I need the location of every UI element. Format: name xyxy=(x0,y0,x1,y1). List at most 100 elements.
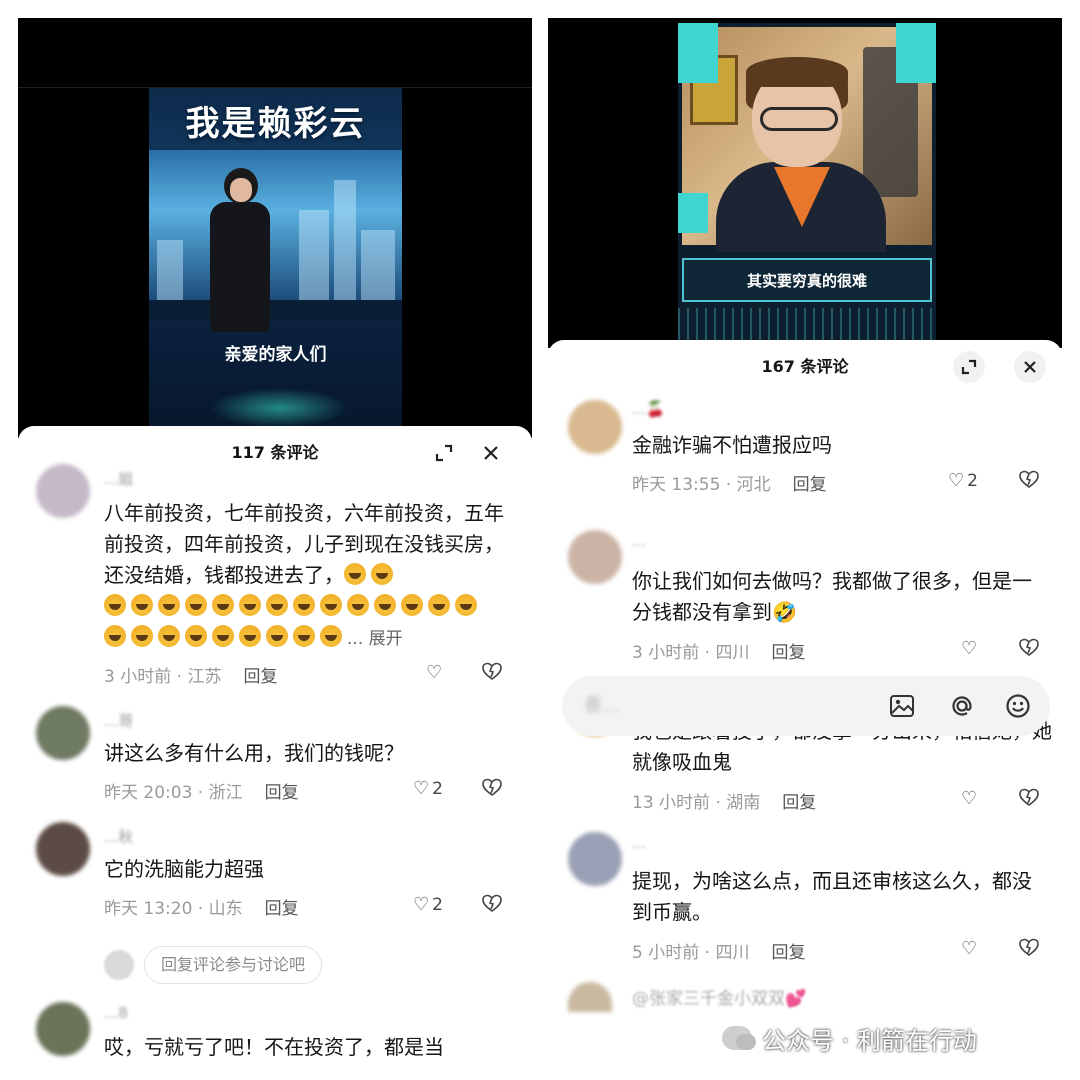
comment-text: 提现，为啥这么点，而且还审核这么久，都没到币赢。 xyxy=(632,869,1032,924)
wechat-logo-icon xyxy=(722,1026,756,1050)
close-icon[interactable] xyxy=(475,437,507,469)
dislike-icon[interactable] xyxy=(1019,788,1039,813)
crying-emoji xyxy=(320,594,342,616)
avatar[interactable] xyxy=(36,822,90,876)
comment-time: 昨天 20:03 xyxy=(104,783,193,803)
reply-button[interactable]: 回复 xyxy=(771,943,805,963)
video-top-bar xyxy=(18,18,532,88)
reply-prompt-button[interactable]: 回复评论参与讨论吧 xyxy=(144,946,323,984)
dislike-icon[interactable] xyxy=(482,662,502,687)
caption-box: 其实要穷真的很难 xyxy=(682,258,932,302)
avatar[interactable] xyxy=(568,400,622,454)
like-count: 2 xyxy=(967,471,978,491)
crying-emoji xyxy=(212,594,234,616)
emoji-icon[interactable] xyxy=(1002,690,1034,722)
crying-emoji xyxy=(401,594,423,616)
comment-input-bar[interactable]: 善... xyxy=(562,676,1050,736)
avatar[interactable] xyxy=(36,706,90,760)
comment-username[interactable]: ... xyxy=(632,532,646,550)
crying-emoji xyxy=(266,594,288,616)
comment-text: 它的洗脑能力超强 xyxy=(104,857,264,881)
crying-emoji xyxy=(185,625,207,647)
comment-location: 湖南 xyxy=(726,793,761,813)
video-title: 我是赖彩云 xyxy=(185,104,366,144)
comment-time: 3 小时前 xyxy=(632,643,700,663)
like-icon[interactable]: ♡ 2 xyxy=(413,894,443,915)
crying-emoji xyxy=(371,563,393,585)
comment-username[interactable]: ...8 xyxy=(104,1004,128,1022)
dislike-icon[interactable] xyxy=(1019,638,1039,663)
reply-button[interactable]: 回复 xyxy=(771,643,805,663)
comment-time: 昨天 13:55 xyxy=(632,475,721,495)
comment-username[interactable]: @张家三千金小双双💕 xyxy=(632,984,806,1009)
crying-emoji xyxy=(428,594,450,616)
like-icon[interactable]: ♡ xyxy=(426,662,442,683)
expand-link[interactable]: ... 展开 xyxy=(347,629,403,649)
comment-username[interactable]: ...秋 xyxy=(104,826,133,847)
comment-location: 江苏 xyxy=(187,667,222,687)
comment-meta: 昨天 13:55 · 河北 回复 xyxy=(632,475,827,495)
comment-sheet-header: 117 条评论 xyxy=(18,426,532,480)
image-icon[interactable] xyxy=(886,690,918,722)
avatar[interactable] xyxy=(36,1002,90,1056)
reply-button[interactable]: 回复 xyxy=(265,783,299,803)
comment-time: 13 小时前 xyxy=(632,793,711,813)
video-frame: 我是赖彩云 亲爱的家人们 xyxy=(149,88,402,438)
crying-emoji xyxy=(266,625,288,647)
crying-emoji xyxy=(131,594,153,616)
crying-emoji xyxy=(344,563,366,585)
reply-button[interactable]: 回复 xyxy=(782,793,816,813)
my-avatar xyxy=(104,950,134,980)
comment-location: 河北 xyxy=(736,475,771,495)
like-icon[interactable]: ♡ 2 xyxy=(948,470,978,491)
comment-meta: 5 小时前 · 四川 回复 xyxy=(632,943,806,963)
crying-emoji xyxy=(293,594,315,616)
video-caption: 其实要穷真的很难 xyxy=(746,271,867,290)
comment-location: 四川 xyxy=(715,643,750,663)
crying-emoji xyxy=(374,594,396,616)
comment-username[interactable]: ... xyxy=(632,834,646,852)
comment-text: 你让我们如何去做吗？我都做了很多，但是一分钱都没有拿到🤣 xyxy=(632,569,1032,624)
dislike-icon[interactable] xyxy=(1019,938,1039,963)
comment-username[interactable]: ...姐 xyxy=(104,468,133,489)
comment-location: 四川 xyxy=(715,943,750,963)
comment-text: 八年前投资，七年前投资，六年前投资，五年前投资，四年前投资，儿子到现在没钱买房，… xyxy=(104,498,514,655)
dislike-icon[interactable] xyxy=(482,894,502,919)
video-player[interactable]: 其实要穷真的很难 xyxy=(548,18,1062,348)
crying-emoji xyxy=(104,625,126,647)
at-icon[interactable] xyxy=(946,690,978,722)
frame-accent xyxy=(678,23,718,83)
avatar[interactable] xyxy=(568,832,622,886)
reply-button[interactable]: 回复 xyxy=(793,475,827,495)
reply-button[interactable]: 回复 xyxy=(243,667,277,687)
comment-meta: 昨天 20:03 · 浙江 回复 xyxy=(104,783,299,803)
comment-time: 5 小时前 xyxy=(632,943,700,963)
watermark-text: 公众号 · 利箭在行动 xyxy=(762,1026,977,1055)
comment-time: 3 小时前 xyxy=(104,667,172,687)
reply-button[interactable]: 回复 xyxy=(265,899,299,919)
comment-input-placeholder[interactable]: 善... xyxy=(584,676,619,736)
dislike-icon[interactable] xyxy=(482,778,502,803)
like-icon[interactable]: ♡ xyxy=(961,938,977,959)
comment-meta: 3 小时前 · 江苏 回复 xyxy=(104,667,278,687)
video-stage xyxy=(149,300,402,320)
comment-username[interactable]: ...哥 xyxy=(104,710,133,731)
like-icon[interactable]: ♡ 2 xyxy=(413,778,443,799)
avatar[interactable] xyxy=(568,530,622,584)
crying-emoji xyxy=(455,594,477,616)
video-caption: 亲爱的家人们 xyxy=(224,345,327,365)
comment-meta: 昨天 13:20 · 山东 回复 xyxy=(104,899,299,919)
collapse-corners-icon[interactable] xyxy=(428,437,460,469)
like-icon[interactable]: ♡ xyxy=(961,788,977,809)
dislike-icon[interactable] xyxy=(1019,470,1039,495)
avatar[interactable] xyxy=(568,982,612,1012)
crying-emoji xyxy=(239,594,261,616)
video-player[interactable]: 我是赖彩云 亲爱的家人们 xyxy=(18,18,532,438)
comment-sheet: 117 条评论 ...姐 八年前投资，七年前投资，六年前投资，五年前投资，四年前… xyxy=(18,426,532,1063)
like-icon[interactable]: ♡ xyxy=(961,638,977,659)
comment-location: 山东 xyxy=(208,899,243,919)
close-icon[interactable] xyxy=(1014,351,1046,383)
comment-username[interactable]: ...🍒 xyxy=(632,400,665,418)
avatar[interactable] xyxy=(36,464,90,518)
collapse-corners-icon[interactable] xyxy=(953,351,985,383)
